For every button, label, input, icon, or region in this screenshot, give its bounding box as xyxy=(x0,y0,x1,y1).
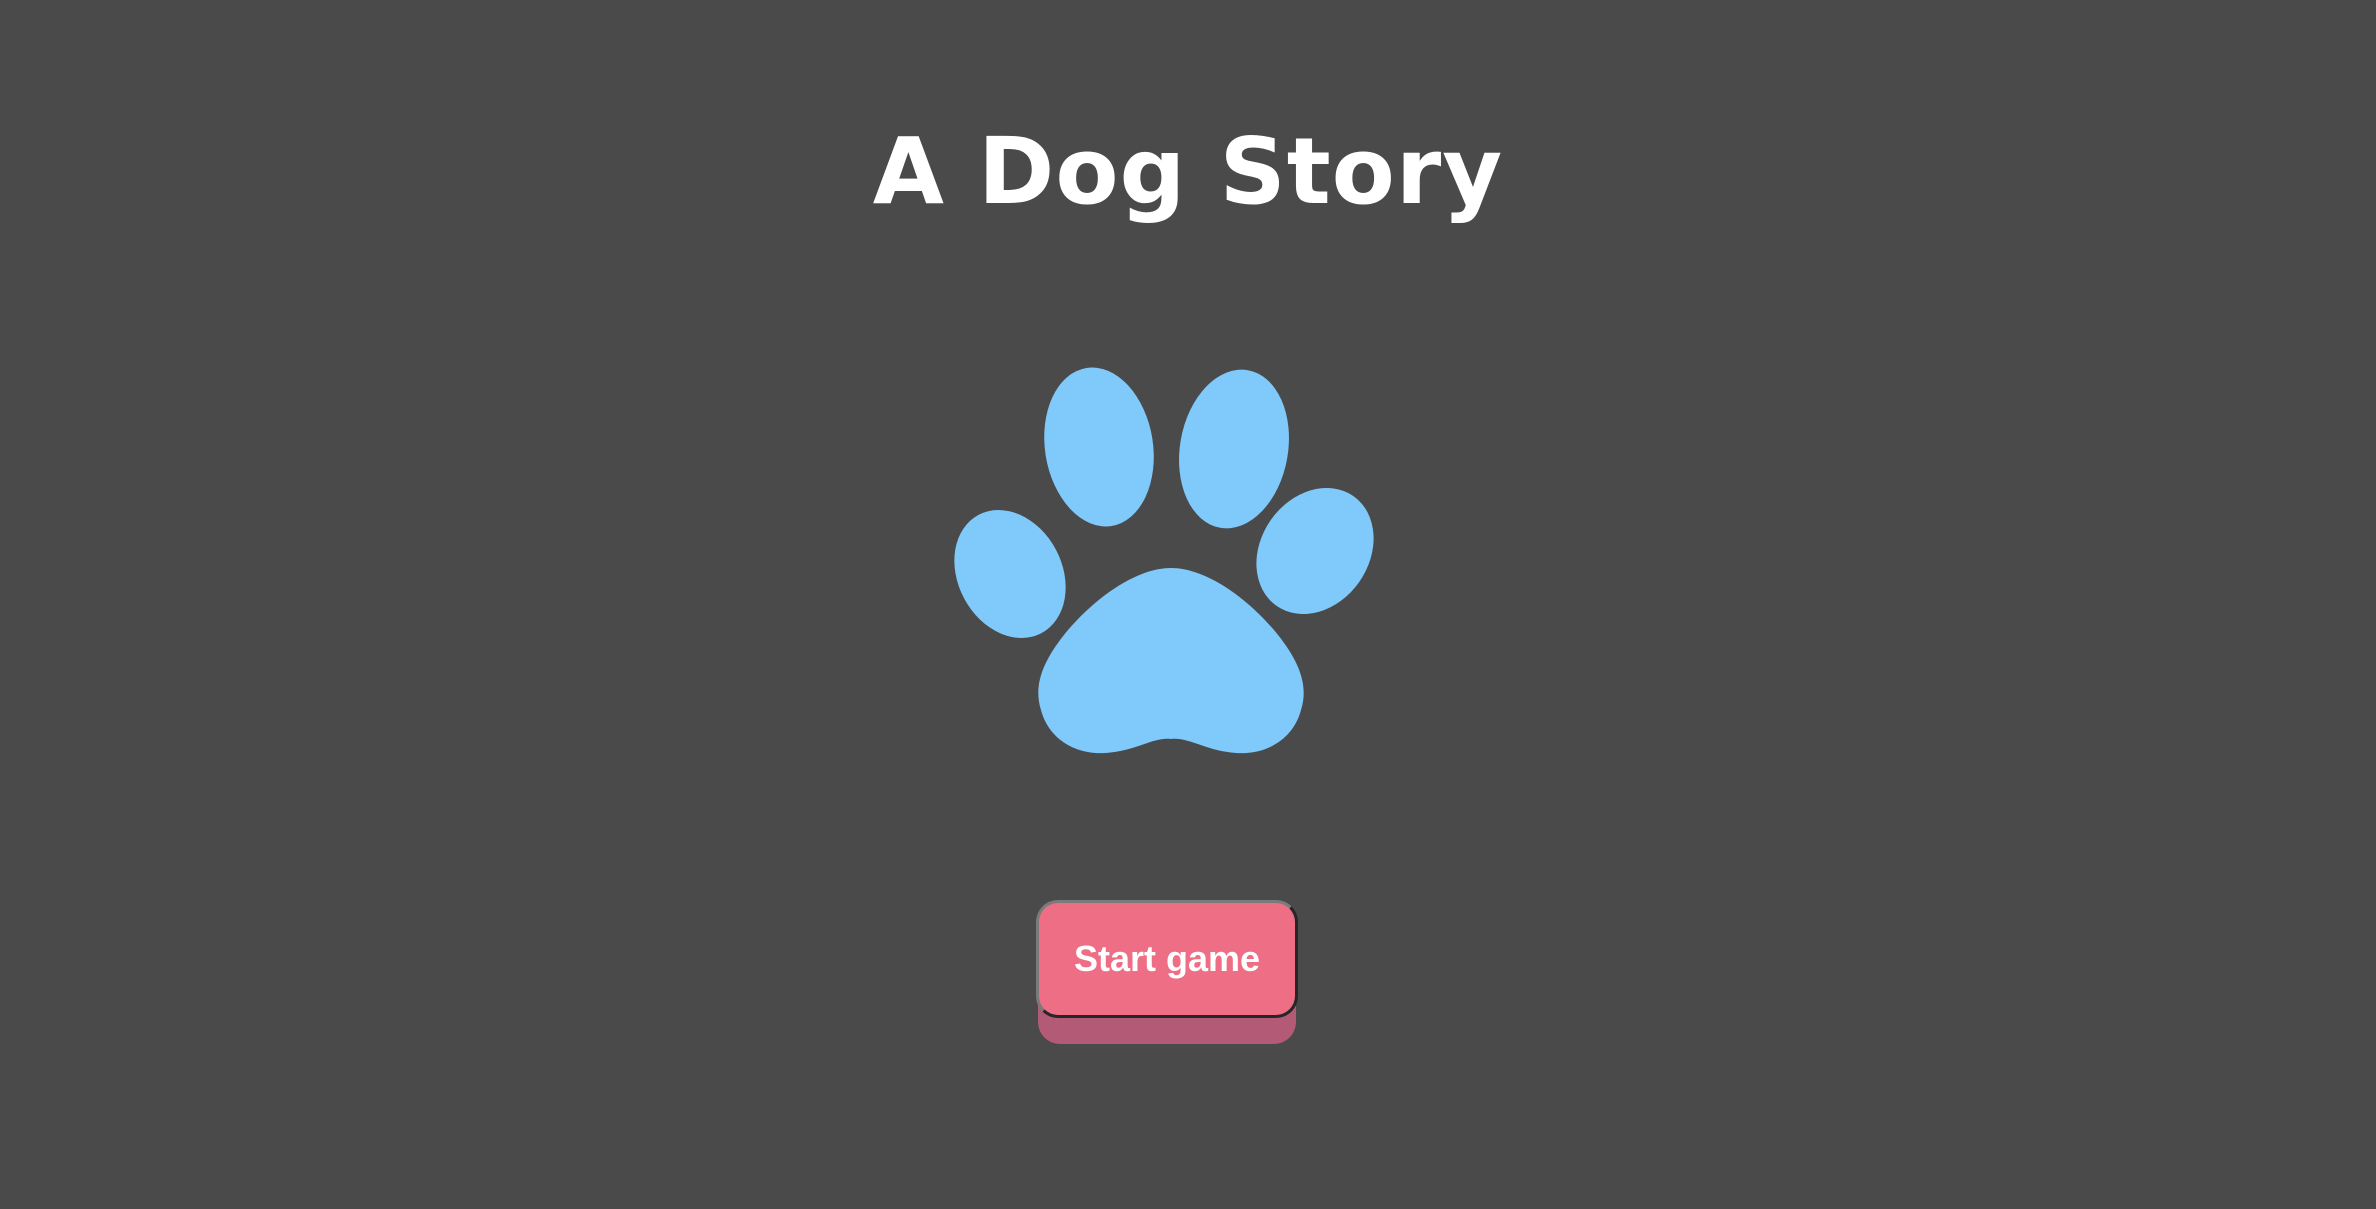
paw-main-pad xyxy=(1038,568,1304,754)
game-title: A Dog Story xyxy=(872,118,1504,225)
title-screen: A Dog Story Start game xyxy=(0,0,2376,1209)
start-game-button[interactable]: Start game xyxy=(1036,900,1298,1018)
start-button-wrapper: Start game xyxy=(1036,900,1298,1046)
paw-toe-inner-left xyxy=(1044,367,1154,527)
paw-print-icon xyxy=(954,367,1374,754)
